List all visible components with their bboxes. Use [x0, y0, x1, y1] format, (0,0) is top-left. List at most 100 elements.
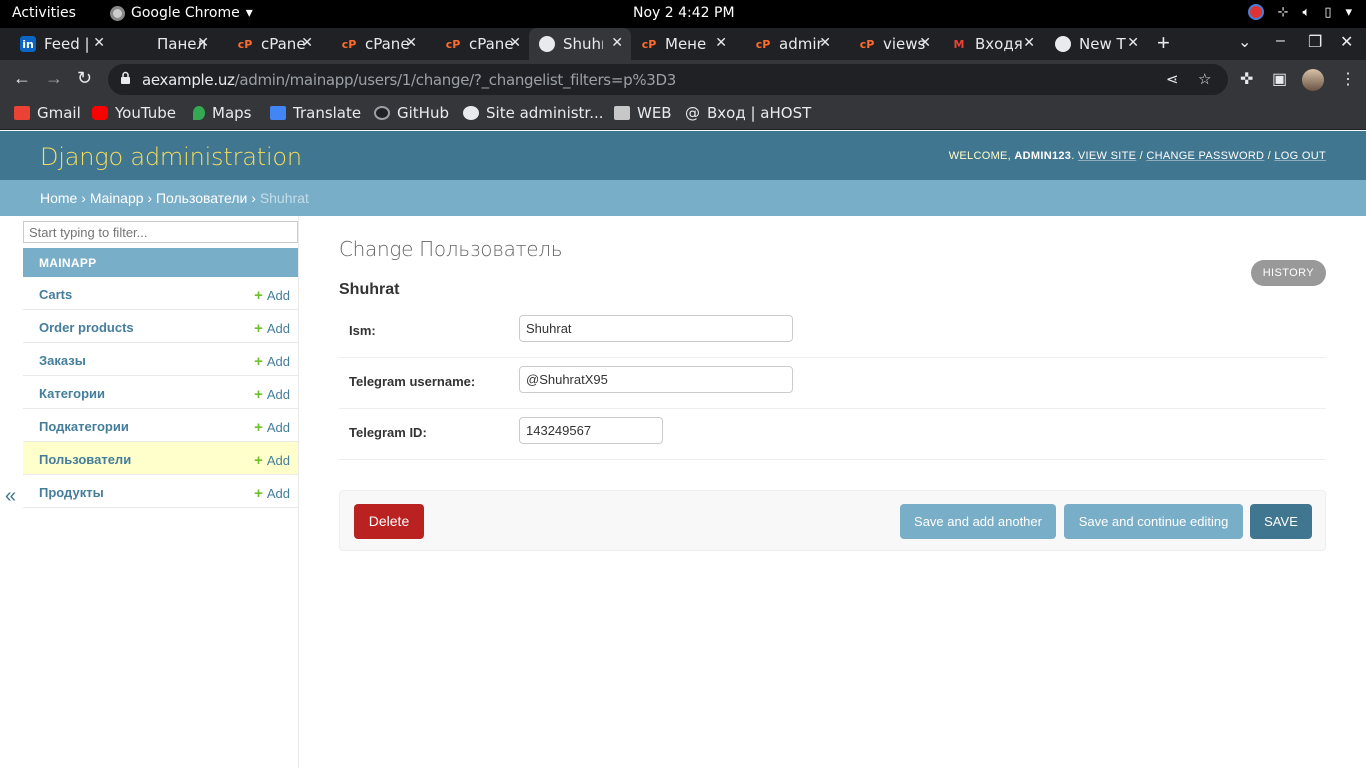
change-password-link[interactable]: Change password	[1146, 150, 1264, 162]
add-link[interactable]: + Add	[254, 452, 290, 469]
bookmark-folder[interactable]: WEB	[614, 104, 672, 122]
tab-label: New T	[1079, 35, 1126, 53]
save-and-continue-button[interactable]: Save and continue editing	[1064, 504, 1243, 539]
view-site-link[interactable]: View site	[1078, 150, 1136, 162]
back-icon[interactable]: ←	[13, 68, 31, 89]
sidebar-item-label[interactable]: Подкатегории	[39, 419, 129, 434]
add-link[interactable]: + Add	[254, 419, 290, 436]
close-icon[interactable]: ✕	[93, 35, 105, 51]
history-button[interactable]: HISTORY	[1250, 260, 1326, 286]
browser-tab[interactable]: cP Мене ✕	[631, 28, 735, 60]
bookmark-item[interactable]: Translate	[270, 104, 361, 122]
browser-tab[interactable]: in Feed | ✕	[0, 28, 113, 60]
maximize-icon[interactable]: ❐	[1308, 32, 1322, 52]
browser-tab[interactable]: cP cPane ✕	[321, 28, 425, 60]
close-icon[interactable]: ✕	[611, 35, 623, 51]
linkedin-icon: in	[20, 36, 36, 52]
youtube-icon	[92, 106, 108, 120]
bookmark-item[interactable]: YouTube	[92, 104, 176, 122]
browser-tab[interactable]: cP cPane ✕	[425, 28, 529, 60]
sidebar-item-label[interactable]: Order products	[39, 320, 134, 335]
sidebar-item-label[interactable]: Продукты	[39, 485, 104, 500]
plus-icon: +	[254, 353, 263, 370]
sidebar-item-categories: Категории + Add	[23, 376, 298, 409]
new-tab-button[interactable]: +	[1157, 30, 1170, 56]
close-icon[interactable]: ✕	[1127, 35, 1139, 51]
browser-tab[interactable]: cP cPane ✕	[217, 28, 321, 60]
delete-button[interactable]: Delete	[354, 504, 424, 539]
sidebar-item-order-products: Order products + Add	[23, 310, 298, 343]
bookmark-item[interactable]: Site administr...	[463, 104, 604, 122]
browser-tab-active[interactable]: Shuhr ✕	[529, 28, 631, 60]
add-link[interactable]: + Add	[254, 485, 290, 502]
add-link[interactable]: + Add	[254, 353, 290, 370]
log-out-link[interactable]: Log out	[1274, 150, 1326, 162]
field-label: Ism:	[349, 323, 376, 338]
system-tray[interactable]: ⊹ 🔈︎ ▯ ▾	[1247, 4, 1352, 20]
browser-tab[interactable]: Панел ✕	[113, 28, 217, 60]
close-icon[interactable]: ✕	[1023, 35, 1035, 51]
telegram-username-input[interactable]	[519, 366, 793, 393]
side-panel-icon[interactable]: ▣	[1272, 69, 1287, 89]
add-link[interactable]: + Add	[254, 320, 290, 337]
screen-record-icon[interactable]	[1247, 4, 1264, 20]
app-menu[interactable]: Google Chrome ▾	[110, 5, 253, 21]
bookmark-star-icon[interactable]: ☆	[1198, 70, 1211, 88]
close-icon[interactable]: ✕	[819, 35, 831, 51]
bookmark-label: YouTube	[115, 104, 176, 122]
browser-tab[interactable]: M Входя ✕	[939, 28, 1043, 60]
share-icon[interactable]: ⋖	[1166, 70, 1179, 88]
cpanel-icon: cP	[641, 37, 657, 51]
close-icon[interactable]: ✕	[919, 35, 931, 51]
bookmark-item[interactable]: GitHub	[374, 104, 449, 122]
close-icon[interactable]: ✕	[301, 35, 313, 51]
browser-tab[interactable]: cP admir ✕	[735, 28, 839, 60]
extensions-icon[interactable]: ✜	[1240, 69, 1253, 89]
close-icon[interactable]: ✕	[509, 35, 521, 51]
breadcrumb-model[interactable]: Пользователи	[156, 190, 247, 206]
bookmark-item[interactable]: @ Вход | aHOST	[685, 104, 811, 122]
browser-toolbar: ← → ↻ aexample.uz/admin/mainapp/users/1/…	[0, 60, 1366, 98]
save-and-add-another-button[interactable]: Save and add another	[900, 504, 1056, 539]
sidebar-item-products: Продукты + Add	[23, 475, 298, 508]
sidebar-item-subcategories: Подкатегории + Add	[23, 409, 298, 442]
activities-button[interactable]: Activities	[12, 5, 76, 21]
close-icon[interactable]: ✕	[197, 35, 209, 51]
telegram-id-input[interactable]	[519, 417, 663, 444]
add-label: Add	[266, 420, 290, 435]
browser-tab[interactable]: New T ✕	[1043, 28, 1147, 60]
sidebar-item-label[interactable]: Пользователи	[39, 452, 131, 467]
clock[interactable]: Noy 2 4:42 PM	[633, 5, 735, 21]
bookmark-item[interactable]: Gmail	[14, 104, 81, 122]
add-link[interactable]: + Add	[254, 386, 290, 403]
lock-icon	[121, 71, 130, 84]
sidebar-item-label[interactable]: Категории	[39, 386, 105, 401]
breadcrumb-home[interactable]: Home	[40, 190, 77, 206]
bookmark-label: Вход | aHOST	[707, 104, 812, 122]
bookmark-item[interactable]: Maps	[193, 104, 251, 122]
reload-icon[interactable]: ↻	[77, 68, 92, 89]
close-window-icon[interactable]: ✕	[1340, 32, 1353, 52]
close-icon[interactable]: ✕	[405, 35, 417, 51]
tab-label: Shuhr	[563, 35, 603, 53]
breadcrumb-app[interactable]: Mainapp	[90, 190, 144, 206]
minimize-icon[interactable]: –	[1276, 32, 1285, 50]
save-button[interactable]: SAVE	[1250, 504, 1312, 539]
site-branding[interactable]: Django administration	[40, 143, 302, 171]
ism-input[interactable]	[519, 315, 793, 342]
nav-sidebar: MAINAPP Carts +Add Order products +Add З…	[22, 216, 299, 768]
menu-icon[interactable]: ⋮	[1340, 69, 1356, 89]
address-bar[interactable]: aexample.uz/admin/mainapp/users/1/change…	[108, 64, 1228, 95]
nav-filter-input[interactable]	[23, 221, 298, 243]
add-link[interactable]: + Add	[254, 287, 290, 304]
sidebar-item-label[interactable]: Заказы	[39, 353, 86, 368]
browser-tab[interactable]: cP views ✕	[839, 28, 939, 60]
profile-avatar[interactable]	[1302, 69, 1324, 91]
forward-icon[interactable]: →	[45, 68, 63, 89]
tab-search-icon[interactable]: ⌄	[1238, 32, 1251, 52]
toggle-sidebar-button[interactable]: «	[5, 485, 16, 508]
cpanel-icon: cP	[755, 37, 771, 51]
close-icon[interactable]: ✕	[715, 35, 727, 51]
module-caption-mainapp[interactable]: MAINAPP	[23, 248, 298, 277]
sidebar-item-label[interactable]: Carts	[39, 287, 72, 302]
